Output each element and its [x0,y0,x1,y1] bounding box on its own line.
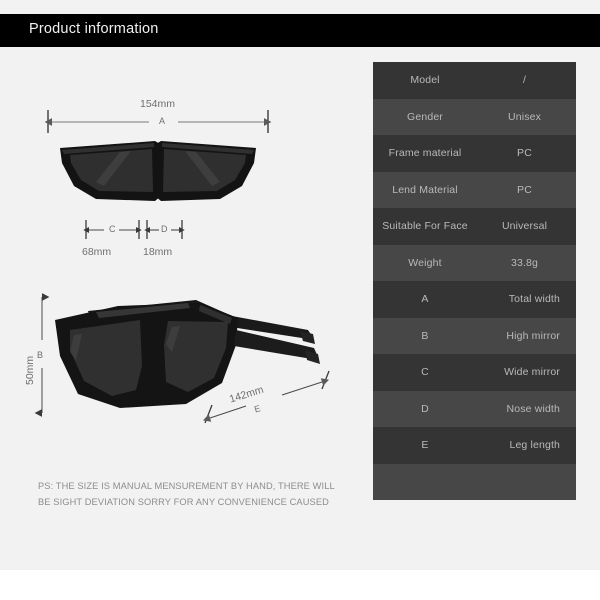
spec-row: Weight 33.8g [373,244,576,281]
spec-value: Leg length [509,439,560,452]
dimension-c-value: 68mm [82,246,112,258]
spec-row: D Nose width [373,390,576,427]
spec-value: Unisex [508,110,541,123]
dimension-b-value: 50mm [24,355,36,385]
spec-row: B High mirror [373,317,576,354]
spec-label: Lend Material [392,183,458,196]
spec-label: D [421,402,429,415]
spec-value: / [522,74,527,87]
spec-label: E [421,439,429,452]
spec-row: Lend Material PC [373,171,576,208]
dimension-a-total-width [44,110,272,133]
sunglasses-angled-view [55,300,320,408]
spec-row: Model / [373,62,576,99]
spec-value: Wide mirror [504,366,560,379]
spec-label: Model [410,74,440,87]
dimension-b-letter: B [37,350,44,360]
spec-value: Nose width [506,402,560,415]
spec-row: A Total width [373,281,576,318]
dimension-d-value: 18mm [143,246,173,258]
spec-value: Universal [501,220,548,233]
spec-value: PC [517,147,532,160]
dimension-e-leg-length [202,370,330,424]
spec-label: Weight [408,256,442,269]
dimension-a-letter: A [159,116,166,126]
spec-value: Total width [508,293,560,306]
spec-value: PC [517,183,532,196]
sunglasses-front-view [60,141,256,201]
spec-label: Gender [407,110,443,123]
spec-label: B [421,329,429,342]
disclaimer-line-2: BE SIGHT DEVIATION SORRY FOR ANY CONVENI… [38,496,329,507]
measurement-disclaimer: PS: THE SIZE IS MANUAL MENSUREMENT BY HA… [38,479,358,510]
product-information-infographic: Product information 154mm A C 68mm D 18m… [0,0,600,600]
spec-label: Suitable For Face [382,220,468,233]
spec-row: Frame material PC [373,135,576,172]
spec-label: A [421,293,429,306]
spec-label: Frame material [388,147,462,160]
dimension-a-value: 154mm [140,98,176,110]
spec-row: Gender Unisex [373,98,576,135]
spec-label: C [421,366,429,379]
spec-row: Suitable For Face Universal [373,208,576,245]
spec-value: 33.8g [510,256,539,269]
disclaimer-line-1: PS: THE SIZE IS MANUAL MENSUREMENT BY HA… [38,481,335,491]
dimension-d-letter: D [161,224,168,234]
spec-row-empty [373,463,576,500]
dimension-c-letter: C [109,224,116,234]
spec-value: High mirror [506,329,560,342]
specification-table: Model / Gender Unisex Frame material PC Lend M… [373,62,576,500]
spec-row: C Wide mirror [373,354,576,391]
spec-row: E Leg length [373,427,576,464]
